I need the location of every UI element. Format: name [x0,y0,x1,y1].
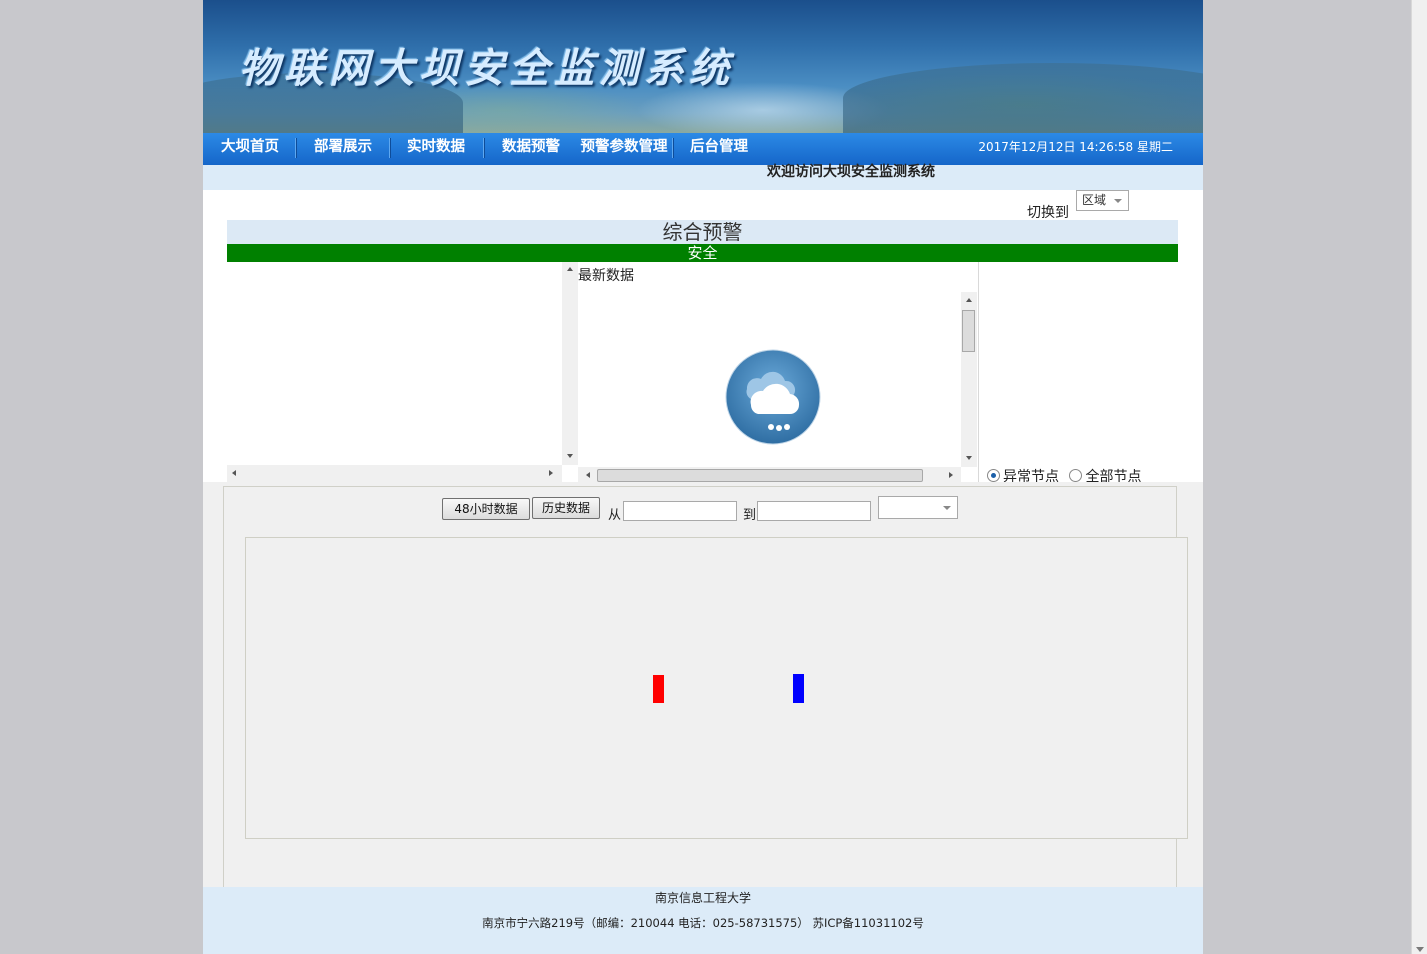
footer-org: 南京信息工程大学 [654,891,751,905]
history-frame: 48小时数据 历史数据 从 到 [223,486,1188,887]
radio-unchecked-icon[interactable] [1069,469,1083,482]
site-title: 物联网大坝安全监测系统 [239,45,734,92]
nav-item-deployment[interactable]: 部署展示 [308,133,378,165]
48h-data-button[interactable]: 48小时数据 [442,498,530,520]
scroll-down-icon [567,454,573,458]
nav-separator [295,138,297,158]
scroll-thumb[interactable] [962,310,975,352]
horizontal-scrollbar[interactable] [227,465,562,482]
data-type-select[interactable] [878,496,958,519]
switch-label: 切换到 [1027,205,1069,221]
to-label: 到 [743,508,757,523]
nav-item-admin[interactable]: 后台管理 [684,133,754,165]
nav-separator [483,138,485,158]
scroll-up-icon [567,267,573,271]
area-select-value: 区域 [1082,193,1107,207]
cloud-rain-icon [725,349,821,445]
node-filter-panel: 异常节点 全部节点 [979,262,1203,485]
history-data-button[interactable]: 历史数据 [532,497,600,519]
current-datetime: 2017年12月12日 14:26:58 星期二 [978,140,1173,154]
main-nav: 大坝首页 部署展示 实时数据 数据预警 预警参数管理 后台管理 2017年12月… [203,133,1203,165]
chevron-down-icon [1114,198,1122,203]
vertical-scrollbar[interactable] [961,292,977,467]
scroll-down-icon [1416,947,1424,952]
nav-item-realtime[interactable]: 实时数据 [401,133,471,165]
scroll-right-icon [549,470,553,476]
nav-separator [672,138,674,158]
nav-separator [389,138,391,158]
chevron-down-icon [943,505,951,510]
scroll-down-icon [966,456,972,460]
history-section: 48小时数据 历史数据 从 到 [203,482,1203,887]
radio-checked-icon[interactable] [987,469,1000,482]
welcome-text: 欢迎访问大坝安全监测系统 [767,164,935,180]
header-banner: 物联网大坝安全监测系统 [203,0,1203,133]
area-select[interactable]: 区域 [1076,190,1129,211]
from-date-input[interactable] [623,501,737,521]
status-bar: 安全 [227,244,1178,262]
scroll-left-icon [586,472,590,478]
latest-data-panel: 最新数据 [578,262,979,484]
scroll-right-icon [949,472,953,478]
chart-area [245,537,1188,839]
footer-address: 南京市宁六路219号（邮编：210044 电话：025-58731575） 苏I… [482,916,924,930]
scroll-up-icon [966,298,972,302]
welcome-bar: 欢迎访问大坝安全监测系统 [203,165,1203,190]
footer: 南京信息工程大学 南京市宁六路219号（邮编：210044 电话：025-587… [203,887,1203,954]
scroll-left-icon [232,470,236,476]
latest-data-label: 最新数据 [578,268,634,284]
warning-heading: 综合预警 [227,220,1178,244]
from-label: 从 [608,508,622,523]
nav-item-warning-params[interactable]: 预警参数管理 [577,133,671,165]
nav-item-data-warning[interactable]: 数据预警 [496,133,566,165]
legend-blue-marker [793,674,804,703]
nav-item-home[interactable]: 大坝首页 [215,133,285,165]
page: 物联网大坝安全监测系统 大坝首页 部署展示 实时数据 数据预警 预警参数管理 后… [203,0,1203,954]
to-date-input[interactable] [757,501,871,521]
scroll-thumb[interactable] [597,469,923,482]
vertical-scrollbar[interactable] [562,262,578,465]
banner-scenery-right [843,63,1203,133]
node-list-panel [227,262,578,482]
legend-red-marker [653,675,664,703]
browser-scrollbar[interactable] [1411,0,1427,954]
